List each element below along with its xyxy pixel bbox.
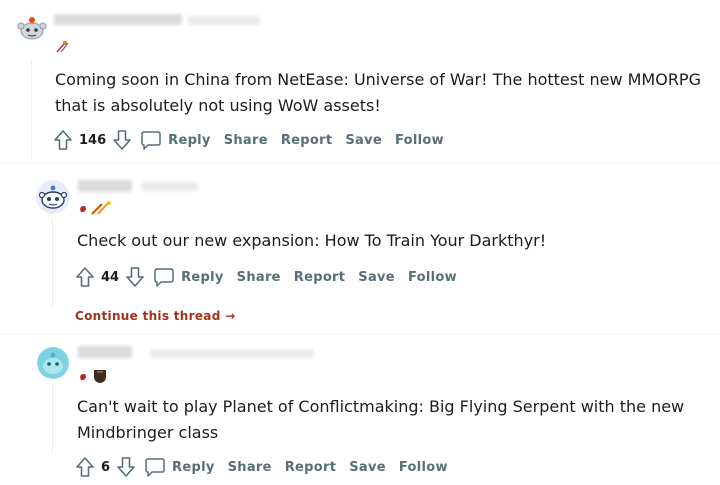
comment-body: Can't wait to play Planet of Conflictmak… (77, 394, 684, 446)
reply-button[interactable]: Reply (181, 270, 224, 285)
comment-line: that is absolutely not using WoW assets! (55, 96, 381, 115)
follow-button[interactable]: Follow (408, 270, 457, 285)
continue-thread-link[interactable]: Continue this thread → (75, 309, 235, 323)
comment-actions: 44 Reply Share Report Save Follow (75, 265, 457, 289)
user-flair (55, 40, 71, 57)
report-button[interactable]: Report (285, 460, 337, 475)
downvote-icon[interactable] (116, 456, 136, 478)
vote-count: 6 (101, 459, 111, 475)
username-redacted (78, 180, 132, 192)
comment-actions: 146 Reply Share Report Save Follow (53, 128, 444, 152)
share-button[interactable]: Share (228, 460, 272, 475)
vote-count: 44 (101, 269, 120, 285)
flair-icon (56, 41, 69, 53)
comment-body: Check out our new expansion: How To Trai… (77, 228, 546, 254)
avatar[interactable] (36, 180, 70, 214)
reply-bubble-icon[interactable] (140, 129, 162, 151)
user-flair (78, 368, 112, 387)
arrow-right-icon: → (225, 309, 236, 323)
divider (0, 334, 720, 335)
timestamp-redacted (188, 16, 260, 25)
comment-actions: 6 Reply Share Report Save Follow (75, 455, 448, 479)
follow-button[interactable]: Follow (395, 133, 444, 148)
comment-line: Can't wait to play Planet of Conflictmak… (77, 397, 685, 416)
avatar[interactable] (14, 10, 50, 46)
thread-line (52, 384, 53, 454)
comment-line: Check out our new expansion: How To Trai… (77, 231, 547, 250)
upvote-icon[interactable] (75, 266, 95, 288)
timestamp-redacted (142, 182, 198, 191)
timestamp-redacted (150, 349, 314, 358)
downvote-icon[interactable] (125, 266, 145, 288)
upvote-icon[interactable] (75, 456, 95, 478)
avatar-icon (36, 180, 70, 214)
flair-icon (80, 201, 111, 215)
reply-bubble-icon[interactable] (144, 456, 166, 478)
user-flair (78, 200, 114, 219)
avatar-icon (14, 10, 50, 46)
vote-count: 146 (79, 132, 107, 148)
avatar-icon (37, 347, 69, 379)
save-button[interactable]: Save (358, 270, 395, 285)
reply-button[interactable]: Reply (172, 460, 215, 475)
save-button[interactable]: Save (345, 133, 382, 148)
follow-button[interactable]: Follow (399, 460, 448, 475)
avatar[interactable] (37, 347, 69, 379)
downvote-icon[interactable] (112, 129, 132, 151)
flair-icon (80, 370, 106, 383)
report-button[interactable]: Report (294, 270, 346, 285)
upvote-icon[interactable] (53, 129, 73, 151)
report-button[interactable]: Report (281, 133, 333, 148)
comment-body: Coming soon in China from NetEase: Unive… (55, 67, 701, 119)
save-button[interactable]: Save (349, 460, 386, 475)
divider (0, 163, 720, 164)
thread-line (31, 60, 32, 160)
continue-thread-label: Continue this thread (75, 309, 221, 323)
share-button[interactable]: Share (237, 270, 281, 285)
comment-line: Mindbringer class (77, 423, 219, 442)
reply-bubble-icon[interactable] (153, 266, 175, 288)
comment-line: Coming soon in China from NetEase: Unive… (55, 70, 701, 89)
share-button[interactable]: Share (224, 133, 268, 148)
thread-line (52, 218, 53, 308)
username-redacted (78, 346, 132, 358)
reply-button[interactable]: Reply (168, 133, 211, 148)
username-redacted (54, 14, 182, 25)
